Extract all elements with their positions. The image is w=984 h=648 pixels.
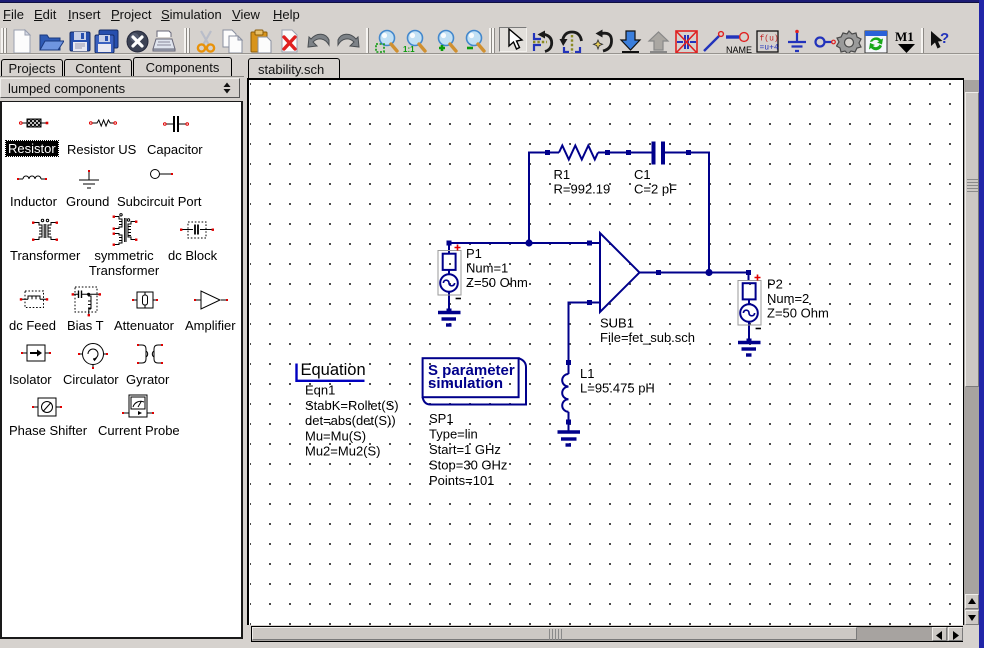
svg-text:C1: C1 <box>634 167 651 182</box>
svg-text:f(u): f(u) <box>760 35 779 44</box>
svg-text:?: ? <box>940 30 949 47</box>
svg-text:P1: P1 <box>466 246 482 261</box>
svg-text:L1: L1 <box>580 366 594 381</box>
svg-text:SP1: SP1 <box>429 411 454 426</box>
svg-text:R1: R1 <box>554 167 571 182</box>
svg-text:Num=1: Num=1 <box>466 261 508 276</box>
svg-text:Num=2: Num=2 <box>767 291 809 306</box>
svg-text:P2: P2 <box>767 277 783 292</box>
svg-text:R=992.19: R=992.19 <box>554 182 611 197</box>
svg-text:simulation: simulation <box>428 375 503 392</box>
svg-text:Mu2=Mu2(S): Mu2=Mu2(S) <box>305 444 381 459</box>
svg-text:Start=1 GHz: Start=1 GHz <box>429 442 501 457</box>
svg-text:Z=50 Ohm: Z=50 Ohm <box>466 275 528 290</box>
svg-text:M1: M1 <box>895 29 914 44</box>
svg-text:StabK=Rollet(S): StabK=Rollet(S) <box>305 398 399 413</box>
svg-text:File=fet_sub.sch: File=fet_sub.sch <box>600 330 695 345</box>
svg-text:Equation: Equation <box>301 361 366 379</box>
svg-text:L=95.475 pH: L=95.475 pH <box>580 381 655 396</box>
svg-text:C=2 pF: C=2 pF <box>634 182 677 197</box>
svg-text:Points=101: Points=101 <box>429 473 494 488</box>
svg-text:Eqn1: Eqn1 <box>305 383 335 398</box>
svg-text:Mu=Mu(S): Mu=Mu(S) <box>305 428 366 443</box>
svg-text:=u+4: =u+4 <box>760 44 779 53</box>
svg-text:Type=lin: Type=lin <box>429 427 478 442</box>
svg-text:Z=50 Ohm: Z=50 Ohm <box>767 306 829 321</box>
svg-text:SUB1: SUB1 <box>600 316 634 331</box>
svg-text:det=abs(det(S)): det=abs(det(S)) <box>305 413 396 428</box>
svg-text:Stop=30 GHz: Stop=30 GHz <box>429 458 507 473</box>
